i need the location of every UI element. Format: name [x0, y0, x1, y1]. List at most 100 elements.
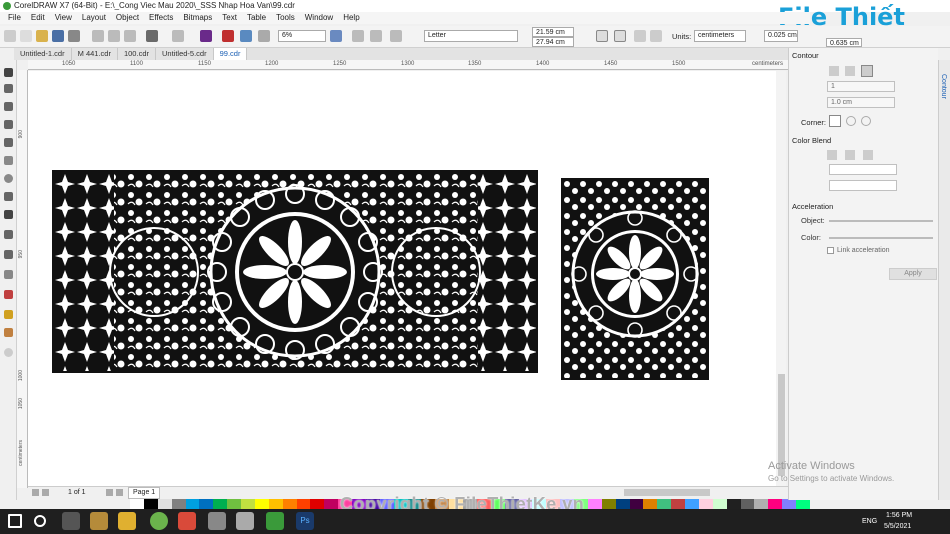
- first-page-icon[interactable]: [32, 489, 39, 496]
- apply-button[interactable]: Apply: [889, 268, 937, 280]
- palette-swatch[interactable]: [282, 499, 297, 509]
- tab-99[interactable]: 99.cdr: [213, 48, 248, 60]
- to-center-icon[interactable]: [829, 66, 839, 76]
- shape-tool-icon[interactable]: [4, 84, 13, 93]
- palette-swatch[interactable]: [254, 499, 269, 509]
- duplicate-distance-field[interactable]: 0.635 cm: [826, 38, 862, 47]
- palette-swatch[interactable]: [324, 499, 339, 509]
- dimension-tool-icon[interactable]: [4, 230, 13, 239]
- save-icon[interactable]: [52, 30, 64, 42]
- decorative-panel-large[interactable]: [52, 170, 538, 373]
- menu-edit[interactable]: Edit: [27, 12, 51, 24]
- palette-swatch[interactable]: [130, 499, 144, 509]
- palette-swatch[interactable]: [587, 499, 602, 509]
- tab-100[interactable]: 100.cdr: [118, 48, 156, 60]
- menu-text[interactable]: Text: [218, 12, 243, 24]
- import-icon[interactable]: [200, 30, 212, 42]
- palette-swatch[interactable]: [268, 499, 283, 509]
- ellipse-tool-icon[interactable]: [4, 174, 13, 183]
- counterclockwise-blend-icon[interactable]: [863, 150, 873, 160]
- tab-m-441[interactable]: M 441.cdr: [72, 48, 118, 60]
- horizontal-ruler[interactable]: 1050 1100 1150 1200 1250 1300 1350 1400 …: [28, 60, 788, 70]
- chrome-icon[interactable]: [178, 512, 196, 530]
- color-acceleration-slider[interactable]: [829, 237, 933, 239]
- clock-time[interactable]: 1:56 PM: [886, 512, 912, 519]
- coccoc-icon[interactable]: [150, 512, 168, 530]
- new-icon[interactable]: [4, 30, 16, 42]
- clock-date[interactable]: 5/5/2021: [884, 523, 911, 530]
- round-corner-icon[interactable]: [846, 116, 856, 126]
- connector-tool-icon[interactable]: [4, 250, 13, 259]
- palette-swatch[interactable]: [643, 499, 658, 509]
- palette-swatch[interactable]: [685, 499, 699, 509]
- palette-swatch[interactable]: [227, 499, 241, 509]
- cut-icon[interactable]: [92, 30, 104, 42]
- contour-side-tab[interactable]: Contour: [940, 74, 947, 99]
- palette-swatch[interactable]: [740, 499, 755, 509]
- redo-icon[interactable]: [172, 30, 184, 42]
- menu-help[interactable]: Help: [339, 12, 365, 24]
- file-explorer-icon[interactable]: [118, 512, 136, 530]
- bevel-corner-icon[interactable]: [861, 116, 871, 126]
- page-size-select[interactable]: Letter: [424, 30, 518, 42]
- snap-to-icon[interactable]: [370, 30, 382, 42]
- menu-file[interactable]: File: [4, 12, 27, 24]
- smart-fill-tool-icon[interactable]: [4, 328, 13, 337]
- app-icon[interactable]: [208, 512, 226, 530]
- palette-swatch[interactable]: [213, 499, 228, 509]
- full-screen-icon[interactable]: [330, 30, 342, 42]
- photoshop-icon[interactable]: Ps: [296, 512, 314, 530]
- mitered-corner-icon[interactable]: [829, 115, 841, 127]
- rectangle-tool-icon[interactable]: [4, 156, 13, 165]
- palette-swatch[interactable]: [310, 499, 325, 509]
- menu-layout[interactable]: Layout: [78, 12, 112, 24]
- add-page-icon[interactable]: [116, 489, 123, 496]
- linear-blend-icon[interactable]: [827, 150, 837, 160]
- palette-swatch[interactable]: [754, 499, 769, 509]
- options-icon[interactable]: [390, 30, 402, 42]
- steps-field[interactable]: 1: [827, 81, 895, 92]
- all-pages-icon[interactable]: [634, 30, 646, 42]
- nudge-distance-field[interactable]: 0.025 cm: [764, 30, 798, 42]
- menu-effects[interactable]: Effects: [145, 12, 179, 24]
- coreldraw-taskbar-icon[interactable]: [266, 512, 284, 530]
- next-page-icon[interactable]: [106, 489, 113, 496]
- palette-swatch[interactable]: [671, 499, 685, 509]
- menu-object[interactable]: Object: [112, 12, 145, 24]
- palette-swatch[interactable]: [768, 499, 783, 509]
- palette-swatch[interactable]: [199, 499, 214, 509]
- application-launcher-icon[interactable]: [258, 30, 270, 42]
- palette-swatch[interactable]: [698, 499, 713, 509]
- task-view-icon[interactable]: [62, 512, 80, 530]
- open-icon[interactable]: [36, 30, 48, 42]
- fill-color-picker[interactable]: [829, 180, 897, 191]
- palette-swatch[interactable]: [782, 499, 796, 509]
- menu-table[interactable]: Table: [243, 12, 272, 24]
- publish-icon[interactable]: [240, 30, 252, 42]
- copy-icon[interactable]: [108, 30, 120, 42]
- blend-tool-icon[interactable]: [4, 270, 13, 279]
- language-indicator[interactable]: ENG: [862, 518, 877, 525]
- store-icon[interactable]: [90, 512, 108, 530]
- page-tab[interactable]: Page 1: [128, 487, 161, 499]
- portrait-icon[interactable]: [596, 30, 608, 42]
- palette-swatch[interactable]: [143, 499, 158, 509]
- palette-swatch[interactable]: [185, 499, 200, 509]
- palette-swatch[interactable]: [712, 499, 727, 509]
- undo-icon[interactable]: [146, 30, 158, 42]
- tab-untitled-5[interactable]: Untitled-5.cdr: [156, 48, 214, 60]
- print-icon[interactable]: [68, 30, 80, 42]
- horizontal-scroll-thumb[interactable]: [624, 489, 710, 496]
- palette-swatch[interactable]: [157, 499, 172, 509]
- crop-tool-icon[interactable]: [4, 102, 13, 111]
- tab-untitled-1[interactable]: Untitled-1.cdr: [14, 48, 72, 60]
- prev-page-icon[interactable]: [42, 489, 49, 496]
- drawing-canvas[interactable]: [28, 71, 778, 486]
- palette-swatch[interactable]: [657, 499, 672, 509]
- vertical-ruler[interactable]: 900 950 1000 1050 centimeters: [17, 70, 28, 488]
- menu-bitmaps[interactable]: Bitmaps: [179, 12, 218, 24]
- show-rulers-icon[interactable]: [352, 30, 364, 42]
- pick-tool-icon[interactable]: [4, 68, 13, 77]
- page-width-field[interactable]: 21.59 cm: [532, 27, 574, 37]
- app-icon[interactable]: [236, 512, 254, 530]
